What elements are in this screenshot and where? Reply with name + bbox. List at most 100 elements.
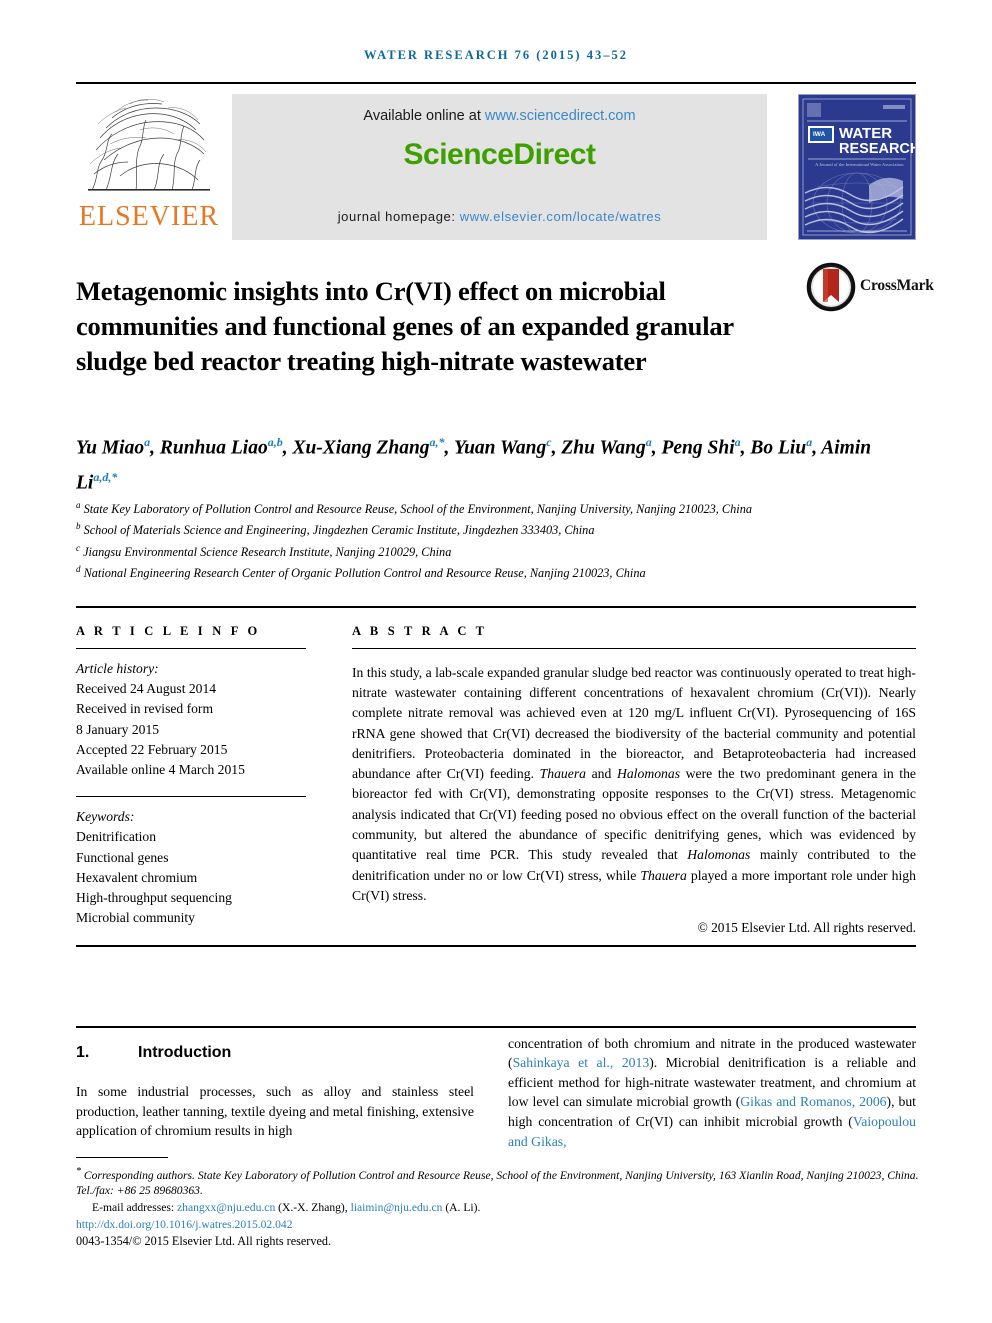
email-link-zhang[interactable]: zhangxx@nju.edu.cn [177, 1201, 275, 1214]
crossmark-icon [806, 262, 856, 312]
introduction-paragraph-continued: concentration of both chromium and nitra… [508, 1035, 916, 1149]
article-history-item: Received in revised form [76, 701, 214, 717]
author-affiliation-marker: a [645, 435, 652, 449]
elsevier-tree-icon [88, 99, 210, 191]
sciencedirect-band: Available online at www.sciencedirect.co… [232, 94, 767, 240]
affiliation-marker: b [76, 521, 81, 532]
abstract-divider [352, 648, 916, 649]
corresponding-author-text: Corresponding authors. State Key Laborat… [76, 1168, 919, 1198]
email-link-li[interactable]: liaimin@nju.edu.cn [351, 1201, 443, 1214]
author-name: Bo Liu [750, 437, 807, 459]
citation-link[interactable]: Vaiopoulou and Gikas, [508, 1114, 916, 1149]
article-info-heading: A R T I C L E I N F O [76, 624, 261, 638]
abstract-genus-name: Halomonas [616, 766, 681, 782]
author-affiliation-marker: a,* [429, 435, 445, 449]
author-affiliation-marker: c [546, 435, 552, 449]
crossmark-label: CrossMark [860, 277, 934, 294]
crossmark-badge[interactable]: CrossMark [806, 262, 934, 316]
affiliation-marker: a [76, 500, 81, 510]
asterisk-icon: * [76, 1166, 81, 1177]
keywords-label: Keywords: [76, 809, 135, 825]
author-name: Zhu Wang [561, 437, 646, 459]
journal-homepage-line: journal homepage: www.elsevier.com/locat… [232, 209, 767, 224]
keyword-list: Keywords: Denitrification Functional gene… [76, 807, 306, 928]
affiliation-item: c Jiangsu Environmental Science Research… [76, 542, 452, 559]
abstract-heading: A B S T R A C T [352, 624, 488, 638]
author-name: Runhua Liao [159, 437, 268, 459]
citation-link[interactable]: Sahinkaya et al., 2013 [513, 1055, 650, 1070]
svg-text:A Journal of the International: A Journal of the International Water Ass… [815, 162, 904, 167]
article-info-column: A R T I C L E I N F O Article history: R… [76, 624, 306, 928]
keyword-items: Denitrification Functional genes Hexavalen… [76, 827, 306, 928]
svg-text:RESEARCH: RESEARCH [839, 141, 915, 157]
svg-text:IWA: IWA [813, 131, 826, 138]
keyword-item: Functional genes [76, 849, 169, 865]
author-affiliation-marker: a [734, 435, 741, 449]
author-affiliation-marker: a,b [267, 435, 283, 449]
affiliation-item: a State Key Laboratory of Pollution Cont… [76, 500, 752, 517]
keyword-item: Denitrification [76, 829, 157, 845]
elsevier-wordmark: ELSEVIER [78, 201, 220, 232]
article-history-label: Article history: [76, 661, 159, 676]
paper-page: WATER RESEARCH 76 (2015) 43–52 ELSEVIER … [0, 0, 992, 1323]
keywords-divider [76, 796, 306, 798]
citation-link[interactable]: Gikas and Romanos, 2006 [740, 1094, 886, 1109]
journal-cover-thumbnail[interactable]: IWA WATER RESEARCH A Journal of the Inte… [798, 94, 916, 240]
section-number: 1. [76, 1044, 90, 1061]
issn-copyright-line: 0043-1354/© 2015 Elsevier Ltd. All right… [76, 1234, 331, 1249]
corresponding-author-note: * Corresponding authors. State Key Labor… [76, 1164, 922, 1199]
email-addresses-note: E-mail addresses: zhangxx@nju.edu.cn (X.… [76, 1200, 922, 1216]
author-name: Yuan Wang [453, 437, 547, 459]
article-history-item: Accepted 22 February 2015 [76, 741, 228, 757]
section-title: Introduction [138, 1044, 232, 1061]
introduction-left-column: 1. Introduction In some industrial proces… [76, 1036, 474, 1154]
sciencedirect-logo[interactable]: ScienceDirect [232, 138, 767, 172]
author-name: Yu Miao [76, 437, 145, 459]
article-history-item: Received 24 August 2014 [76, 681, 217, 697]
available-online-text: Available online at [363, 108, 485, 124]
email-addresses-label: E-mail addresses: [92, 1201, 177, 1215]
abstract-text: In this study, a lab-scale expanded gran… [352, 664, 916, 903]
author-affiliation-marker: a,d,* [93, 469, 118, 484]
journal-homepage-url[interactable]: www.elsevier.com/locate/watres [460, 209, 662, 224]
section-heading-introduction: 1. Introduction [76, 1044, 474, 1062]
sciencedirect-url[interactable]: www.sciencedirect.com [485, 108, 636, 124]
info-rule-top [76, 606, 916, 608]
doi-link[interactable]: http://dx.doi.org/10.1016/j.watres.2015.… [76, 1217, 922, 1233]
info-rule-bottom [76, 945, 916, 947]
available-online-line: Available online at www.sciencedirect.co… [232, 94, 767, 124]
footnote-block: * Corresponding authors. State Key Labor… [76, 1164, 922, 1250]
abstract-genus-name: Thauera [539, 766, 587, 782]
author-name: Xu-Xiang Zhang [292, 437, 430, 459]
water-research-cover-icon: IWA WATER RESEARCH A Journal of the Inte… [799, 95, 915, 239]
abstract-genus-name: Thauera [640, 867, 687, 883]
author-affiliation-marker: a [806, 435, 813, 449]
author-affiliation-marker: a [144, 435, 151, 449]
article-history-item: 8 January 2015 [76, 721, 160, 737]
email-owner-li: (A. Li). [442, 1201, 481, 1215]
author-list: Yu Miaoa, Runhua Liaoa,b, Xu-Xiang Zhang… [76, 435, 872, 493]
page-title: Metagenomic insights into Cr(VI) effect … [76, 275, 734, 376]
affiliation-item: b School of Materials Science and Engine… [76, 521, 595, 538]
article-history-items: Received 24 August 2014 Received in revis… [76, 679, 306, 780]
keyword-item: Microbial community [76, 910, 195, 926]
affiliation-marker: d [76, 564, 81, 575]
affiliation-marker: c [76, 542, 80, 553]
article-history-item: Available online 4 March 2015 [76, 762, 245, 778]
author-name: Peng Shi [661, 437, 735, 459]
affiliation-list: a State Key Laboratory of Pollution Cont… [76, 497, 896, 583]
keyword-item: High-throughput sequencing [76, 890, 232, 906]
introduction-right-column: concentration of both chromium and nitra… [508, 1020, 916, 1165]
footnote-rule [76, 1157, 168, 1158]
running-head: WATER RESEARCH 76 (2015) 43–52 [364, 48, 628, 62]
elsevier-logo: ELSEVIER [76, 94, 222, 240]
abstract-column: A B S T R A C T In this study, a lab-sca… [352, 624, 916, 936]
article-history: Article history: Received 24 August 2014… [76, 659, 306, 780]
journal-masthead: ELSEVIER Available online at www.science… [76, 82, 916, 240]
abstract-genus-name: Halomonas [687, 847, 751, 863]
introduction-paragraph: In some industrial processes, such as al… [76, 1084, 474, 1139]
affiliation-item: d National Engineering Research Center o… [76, 564, 646, 581]
abstract-copyright: © 2015 Elsevier Ltd. All rights reserved… [697, 920, 916, 936]
email-owner-zhang: (X.-X. Zhang), [275, 1201, 351, 1215]
svg-text:WATER: WATER [839, 125, 892, 142]
